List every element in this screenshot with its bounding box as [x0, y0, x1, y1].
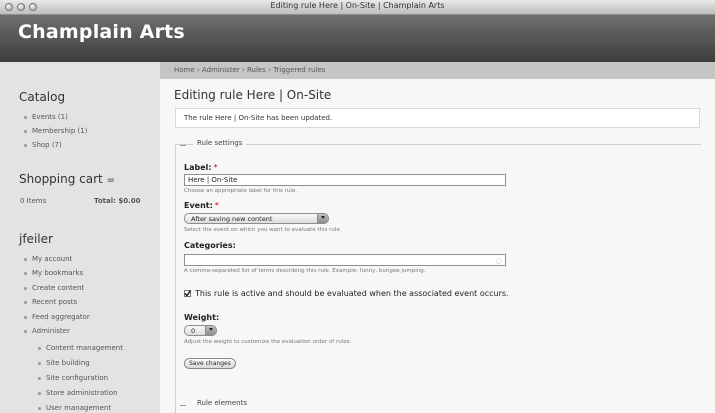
site-name[interactable]: Champlain Arts — [18, 21, 185, 43]
rule-elements-legend[interactable]: Rule elements — [193, 399, 251, 407]
main-content: Home › Administer › Rules › Triggered ru… — [160, 62, 715, 413]
categories-input[interactable]: ◌ — [184, 254, 506, 266]
status-message-text: The rule Here | On-Site has been updated… — [184, 114, 333, 122]
bullet-icon — [24, 301, 27, 304]
user-menu-create-content[interactable]: Create content — [32, 284, 84, 292]
cart-item-count[interactable]: 0 Items — [20, 197, 46, 205]
browser-window: Editing rule Here | On-Site | Champlain … — [0, 0, 715, 413]
event-field-label: Event: * — [184, 201, 219, 210]
categories-field-description: A comma-separated list of terms describi… — [184, 268, 426, 274]
bullet-icon — [38, 407, 41, 410]
categories-field-label: Categories: — [184, 241, 236, 250]
select-arrows-icon — [205, 326, 216, 335]
admin-menu-store-administration[interactable]: Store administration — [46, 389, 118, 397]
bullet-icon — [24, 130, 27, 133]
active-checkbox[interactable] — [184, 290, 191, 297]
weight-select[interactable]: 0 — [184, 325, 217, 336]
event-select[interactable]: After saving new content — [184, 213, 329, 224]
collapse-icon[interactable] — [180, 405, 186, 406]
active-checkbox-label[interactable]: This rule is active and should be evalua… — [195, 289, 509, 298]
weight-field-description: Adjust the weight to customize the evalu… — [184, 339, 352, 345]
rule-settings-fieldset: Rule settings Label: * Here | On-Site Cho… — [175, 139, 701, 413]
user-menu-my-bookmarks[interactable]: My bookmarks — [32, 269, 83, 277]
bullet-icon — [38, 347, 41, 350]
cart-total: Total: $0.00 — [94, 197, 141, 205]
catalog-item-shop[interactable]: Shop (7) — [32, 141, 62, 149]
user-menu-my-account[interactable]: My account — [32, 255, 72, 263]
bullet-icon — [38, 392, 41, 395]
label-field-description: Choose an appropriate label for this rul… — [184, 188, 298, 194]
window-title-bar: Editing rule Here | On-Site | Champlain … — [0, 0, 715, 15]
bullet-icon — [38, 362, 41, 365]
bullet-icon — [38, 377, 41, 380]
cart-toggle-icon[interactable]: = — [107, 175, 115, 186]
weight-field-label: Weight: — [184, 313, 220, 322]
user-menu-feed-aggregator[interactable]: Feed aggregator — [32, 313, 90, 321]
save-changes-button[interactable]: Save changes — [184, 358, 236, 369]
user-menu-recent-posts[interactable]: Recent posts — [32, 298, 77, 306]
bullet-icon — [24, 316, 27, 319]
label-field-label-text: Label: — [184, 163, 212, 172]
checkmark-icon — [184, 290, 191, 297]
breadcrumb-bar: Home › Administer › Rules › Triggered ru… — [160, 62, 715, 79]
page-title: Editing rule Here | On-Site — [174, 88, 332, 102]
status-message: The rule Here | On-Site has been updated… — [175, 108, 700, 128]
bullet-icon — [24, 116, 27, 119]
bullet-icon — [24, 330, 27, 333]
bullet-icon — [24, 144, 27, 147]
catalog-block-title: Catalog — [19, 90, 66, 104]
shopping-cart-title: Shopping cart — [19, 172, 103, 186]
weight-select-value: 0 — [191, 327, 196, 335]
bullet-icon — [24, 287, 27, 290]
user-block-title: jfeiler — [19, 232, 53, 246]
event-select-value: After saving new content — [191, 215, 273, 223]
user-menu-administer[interactable]: Administer — [32, 327, 70, 335]
event-field-description: Select the event on which you want to ev… — [184, 227, 342, 233]
breadcrumb[interactable]: Home › Administer › Rules › Triggered ru… — [174, 66, 325, 74]
admin-menu-site-configuration[interactable]: Site configuration — [46, 374, 108, 382]
collapse-icon[interactable] — [180, 145, 186, 146]
admin-menu-site-building[interactable]: Site building — [46, 359, 90, 367]
catalog-item-membership[interactable]: Membership (1) — [32, 127, 87, 135]
catalog-item-events[interactable]: Events (1) — [32, 113, 68, 121]
sidebar: Catalog Events (1) Membership (1) Shop (… — [0, 62, 160, 413]
admin-menu-user-management[interactable]: User management — [46, 404, 111, 412]
bullet-icon — [24, 272, 27, 275]
window-title: Editing rule Here | On-Site | Champlain … — [270, 1, 445, 10]
admin-menu-content-management[interactable]: Content management — [46, 344, 123, 352]
event-field-label-text: Event: — [184, 201, 213, 210]
autocomplete-icon: ◌ — [495, 257, 502, 265]
required-marker: * — [213, 163, 218, 172]
site-header: Champlain Arts — [0, 15, 715, 62]
required-marker: * — [214, 201, 219, 210]
label-field-label: Label: * — [184, 163, 218, 172]
label-input[interactable]: Here | On-Site — [184, 174, 506, 186]
select-arrows-icon — [317, 214, 328, 223]
bullet-icon — [24, 258, 27, 261]
rule-settings-legend[interactable]: Rule settings — [193, 139, 247, 147]
shopping-cart-block-title[interactable]: Shopping cart = — [19, 172, 115, 186]
